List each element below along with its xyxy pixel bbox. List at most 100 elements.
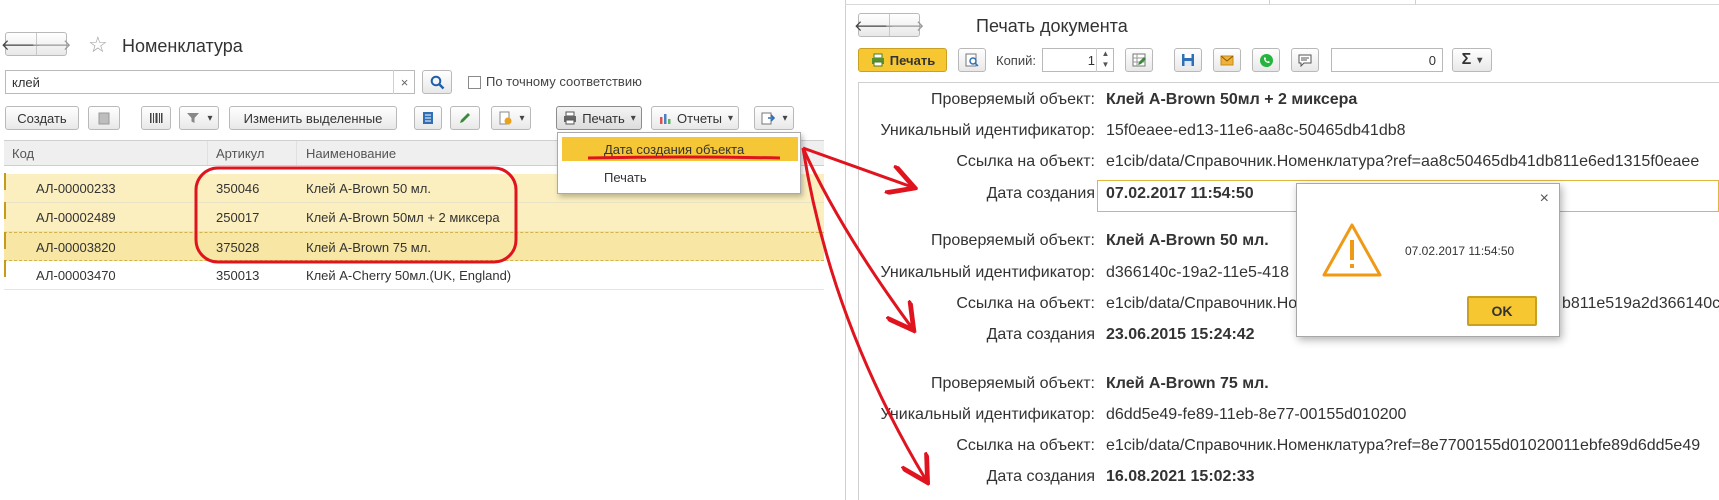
search-button[interactable] — [422, 70, 452, 94]
preview-icon — [964, 52, 980, 68]
cell-article: 250017 — [216, 210, 260, 225]
object-value: Клей A-Brown 50 мл. — [1106, 232, 1269, 249]
whatsapp-button[interactable] — [1252, 48, 1280, 72]
copies-label: Копий: — [996, 53, 1036, 68]
table-row[interactable]: АЛ-00003820 375028 Клей A-Brown 75 мл. — [4, 232, 824, 261]
object-label: Проверяемый объект: — [930, 232, 1095, 249]
menu-item-creation-date[interactable]: Дата создания объекта — [562, 137, 798, 161]
whatsapp-icon — [1258, 52, 1274, 68]
close-icon[interactable]: × — [1540, 190, 1549, 208]
link-value[interactable]: e1cib/data/Справочник.Но — [1106, 295, 1297, 313]
reports-button[interactable]: Отчеты — [651, 106, 739, 130]
cell-name: Клей A-Brown 50 мл. — [306, 181, 431, 196]
created-value[interactable]: 16.08.2021 15:02:33 — [1106, 468, 1255, 486]
menu-item-print[interactable]: Печать — [562, 165, 798, 189]
print-doc-label: Печать — [889, 52, 936, 68]
barcode-icon — [148, 110, 164, 126]
left-nav-buttons: 🡐 🡒 — [1, 32, 72, 56]
edit-button[interactable] — [450, 106, 480, 130]
table-row[interactable]: АЛ-00003470 350013 Клей A-Cherry 50мл.(U… — [4, 260, 824, 290]
link-label: Ссылка на объект: — [956, 295, 1095, 312]
export-icon — [760, 110, 776, 126]
change-selected-button[interactable]: Изменить выделенные — [229, 106, 397, 130]
sum-field[interactable]: 0 — [1331, 48, 1443, 72]
message-button[interactable] — [1291, 48, 1319, 72]
print-button[interactable]: Печать — [556, 106, 642, 130]
column-header-code[interactable]: Код — [12, 146, 34, 161]
create-button[interactable]: Создать — [5, 106, 79, 130]
uid-value: 15f0eaee-ed13-11e6-aa8c-50465db41db8 — [1106, 122, 1406, 139]
report-chart-icon — [657, 110, 673, 126]
document-add-icon — [497, 110, 513, 126]
item-marker-icon — [4, 232, 6, 249]
filter-icon — [185, 110, 201, 126]
object-label: Проверяемый объект: — [930, 91, 1095, 108]
object-label: Проверяемый объект: — [930, 375, 1095, 392]
cell-code: АЛ-00003820 — [36, 240, 116, 255]
search-icon — [430, 75, 444, 89]
save-disk-icon — [1180, 52, 1196, 68]
reports-button-label: Отчеты — [677, 110, 722, 126]
create-based-on-button[interactable] — [491, 106, 531, 130]
exact-match-checkbox[interactable] — [468, 76, 481, 89]
clear-search-icon[interactable]: × — [393, 70, 415, 94]
list-button[interactable] — [414, 106, 442, 130]
preview-button[interactable] — [958, 48, 986, 72]
column-header-article[interactable]: Артикул — [216, 146, 264, 161]
link-label: Ссылка на объект: — [956, 153, 1095, 170]
right-nav-buttons: 🡐 🡒 — [854, 13, 925, 37]
created-value[interactable]: 23.06.2015 15:24:42 — [1106, 326, 1255, 344]
ok-button[interactable]: OK — [1467, 296, 1537, 326]
forward-arrow-icon[interactable]: 🡒 — [884, 14, 925, 36]
cell-article: 375028 — [216, 240, 260, 255]
email-button[interactable] — [1213, 48, 1241, 72]
cell-code: АЛ-00003470 — [36, 268, 116, 283]
filter-button[interactable] — [179, 106, 219, 130]
search-input[interactable]: клей — [5, 70, 415, 94]
link-label: Ссылка на объект: — [956, 437, 1095, 454]
forward-arrow-icon[interactable]: 🡒 — [31, 33, 72, 55]
cell-name: Клей A-Cherry 50мл.(UK, England) — [306, 268, 512, 283]
message-text: 07.02.2017 11:54:50 — [1405, 244, 1515, 258]
object-value: Клей A-Brown 75 мл. — [1106, 375, 1269, 392]
created-label: Дата создания — [986, 468, 1095, 485]
link-value[interactable]: e1cib/data/Справочник.Номенклатура?ref=a… — [1106, 153, 1699, 171]
created-label: Дата создания — [986, 326, 1095, 343]
barcode-button[interactable] — [141, 106, 171, 130]
edit-pencil-icon — [457, 110, 473, 126]
uid-label: Уникальный идентификатор: — [880, 122, 1095, 139]
more-button[interactable] — [754, 106, 794, 130]
print-button-label: Печать — [582, 110, 625, 126]
favorite-star-icon[interactable]: ☆ — [88, 32, 108, 58]
page-title: Номенклатура — [122, 36, 243, 56]
item-marker-icon — [4, 173, 6, 190]
exact-match-label: По точному соответствию — [486, 74, 642, 89]
delete-mark-button[interactable] — [88, 106, 120, 130]
envelope-icon — [1219, 52, 1235, 68]
printer-icon — [870, 52, 886, 68]
uid-value: d6dd5e49-fe89-11eb-8e77-00155d010200 — [1106, 406, 1407, 423]
printer-icon — [562, 110, 578, 126]
warning-icon — [1322, 223, 1382, 277]
cell-article: 350046 — [216, 181, 260, 196]
created-value[interactable]: 07.02.2017 11:54:50 — [1106, 185, 1254, 203]
sum-button[interactable]: Σ — [1452, 48, 1492, 72]
cell-code: АЛ-00002489 — [36, 210, 116, 225]
print-doc-button[interactable]: Печать — [858, 48, 947, 72]
spreadsheet-edit-icon — [1131, 52, 1147, 68]
delete-mark-icon — [96, 110, 112, 126]
uid-label: Уникальный идентификатор: — [880, 264, 1095, 281]
item-marker-icon — [4, 260, 6, 277]
link-value-tail[interactable]: b811e519a2d366140c — [1562, 295, 1719, 313]
item-marker-icon — [4, 202, 6, 219]
document-list-icon — [420, 110, 436, 126]
copies-stepper-icon[interactable]: ▲ ▼ — [1096, 48, 1114, 72]
link-value[interactable]: e1cib/data/Справочник.Номенклатура?ref=8… — [1106, 437, 1700, 455]
cell-code: АЛ-00000233 — [36, 181, 116, 196]
save-button[interactable] — [1174, 48, 1202, 72]
edit-layout-button[interactable] — [1125, 48, 1153, 72]
print-window-title: Печать документа — [976, 16, 1128, 36]
created-label: Дата создания — [986, 185, 1095, 202]
column-header-name[interactable]: Наименование — [306, 146, 396, 161]
table-row[interactable]: АЛ-00002489 250017 Клей A-Brown 50мл + 2… — [4, 202, 824, 232]
